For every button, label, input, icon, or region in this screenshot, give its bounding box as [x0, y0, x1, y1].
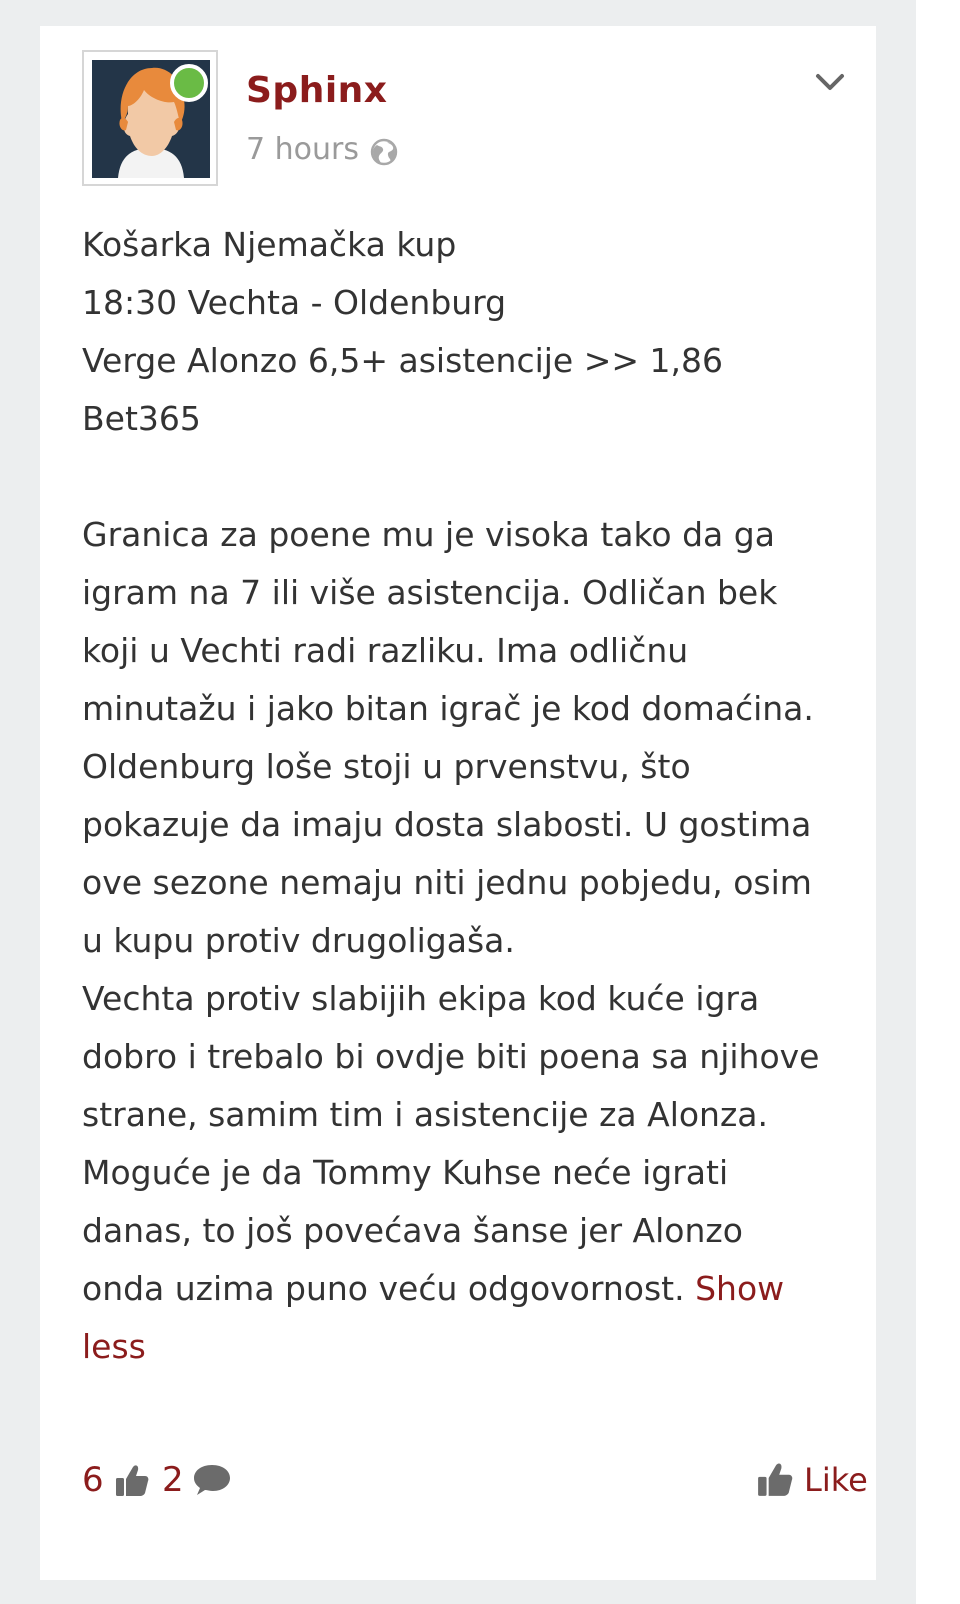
comments-count[interactable]: 2: [162, 1452, 184, 1508]
online-status-dot: [170, 64, 208, 102]
post-line: koji u Vechti radi razliku. Ima odličnu: [82, 631, 689, 670]
post-time[interactable]: 7 hours: [246, 132, 359, 167]
post-line: Košarka Njemačka kup: [82, 225, 457, 264]
globe-icon: [370, 138, 398, 166]
post-line: Moguće je da Tommy Kuhse neće igrati: [82, 1153, 729, 1192]
post-line: strane, samim tim i asistencije za Alonz…: [82, 1095, 769, 1134]
like-button-label: Like: [804, 1461, 868, 1499]
thumbs-up-icon[interactable]: [114, 1462, 150, 1498]
chevron-down-icon[interactable]: [814, 70, 846, 94]
comment-bubble-icon[interactable]: [192, 1462, 232, 1498]
post-card: Sphinx 7 hours Košarka Njemačka kup 18:3…: [40, 26, 876, 1580]
post-line: danas, to još povećava šanse jer Alonzo: [82, 1211, 743, 1250]
post-line: minutažu i jako bitan igrač je kod domać…: [82, 689, 814, 728]
side-strip: [916, 0, 960, 1604]
post-line: Oldenburg loše stoji u prvenstvu, što: [82, 747, 691, 786]
show-less-link-continued[interactable]: less: [82, 1327, 146, 1366]
post-line: dobro i trebalo bi ovdje biti poena sa n…: [82, 1037, 820, 1076]
show-less-link[interactable]: Show: [695, 1269, 784, 1308]
post-line: 18:30 Vechta - Oldenburg: [82, 283, 507, 322]
post-line: Bet365: [82, 399, 201, 438]
post-line: u kupu protiv drugoligaša.: [82, 921, 515, 960]
post-footer: 6 2 Like: [82, 1452, 868, 1508]
post-line: pokazuje da imaju dosta slabosti. U gost…: [82, 805, 812, 844]
post-line: Vechta protiv slabijih ekipa kod kuće ig…: [82, 979, 760, 1018]
thumbs-up-icon: [758, 1463, 793, 1496]
post-author[interactable]: Sphinx: [246, 70, 388, 111]
post-line-with-toggle: onda uzima puno veću odgovornost. Show: [82, 1260, 852, 1318]
post-line: Granica za poene mu je visoka tako da ga: [82, 515, 775, 554]
like-button[interactable]: Like: [756, 1452, 868, 1508]
avatar[interactable]: [82, 50, 218, 186]
likes-count[interactable]: 6: [82, 1452, 104, 1508]
post-line: Verge Alonzo 6,5+ asistencije >> 1,86: [82, 341, 723, 380]
post-line: onda uzima puno veću odgovornost.: [82, 1269, 685, 1308]
post-line: igram na 7 ili više asistencija. Odličan…: [82, 573, 778, 612]
post-line: ove sezone nemaju niti jednu pobjedu, os…: [82, 863, 812, 902]
post-text: Košarka Njemačka kup 18:30 Vechta - Olde…: [82, 216, 852, 1376]
